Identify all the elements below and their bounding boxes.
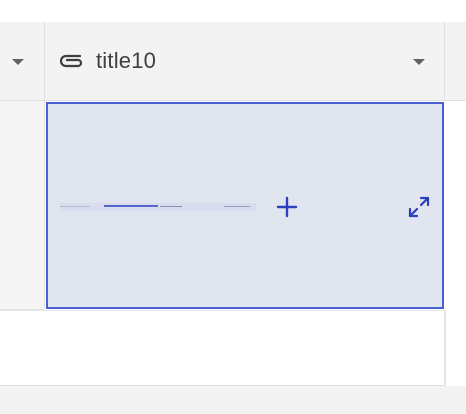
expand-icon[interactable] — [406, 194, 432, 220]
chevron-down-icon[interactable] — [413, 59, 425, 65]
column-title: title10 — [96, 48, 157, 73]
grid-edge — [446, 101, 466, 386]
selected-attachment-cell[interactable] — [46, 102, 444, 309]
column-header-title10[interactable]: title10 — [58, 22, 438, 100]
column-header-previous[interactable] — [0, 22, 44, 100]
column-divider[interactable] — [444, 22, 445, 100]
add-icon[interactable] — [274, 194, 300, 220]
table-row[interactable] — [0, 310, 446, 386]
spreadsheet-grid: title10 — [0, 0, 466, 414]
chevron-down-icon[interactable] — [12, 59, 24, 65]
column-divider — [44, 101, 45, 309]
attachment-icon — [59, 54, 83, 68]
table-cell[interactable] — [0, 101, 44, 310]
grid-footer — [0, 386, 466, 414]
column-divider[interactable] — [44, 22, 45, 100]
attachment-thumbnail[interactable] — [60, 203, 256, 211]
